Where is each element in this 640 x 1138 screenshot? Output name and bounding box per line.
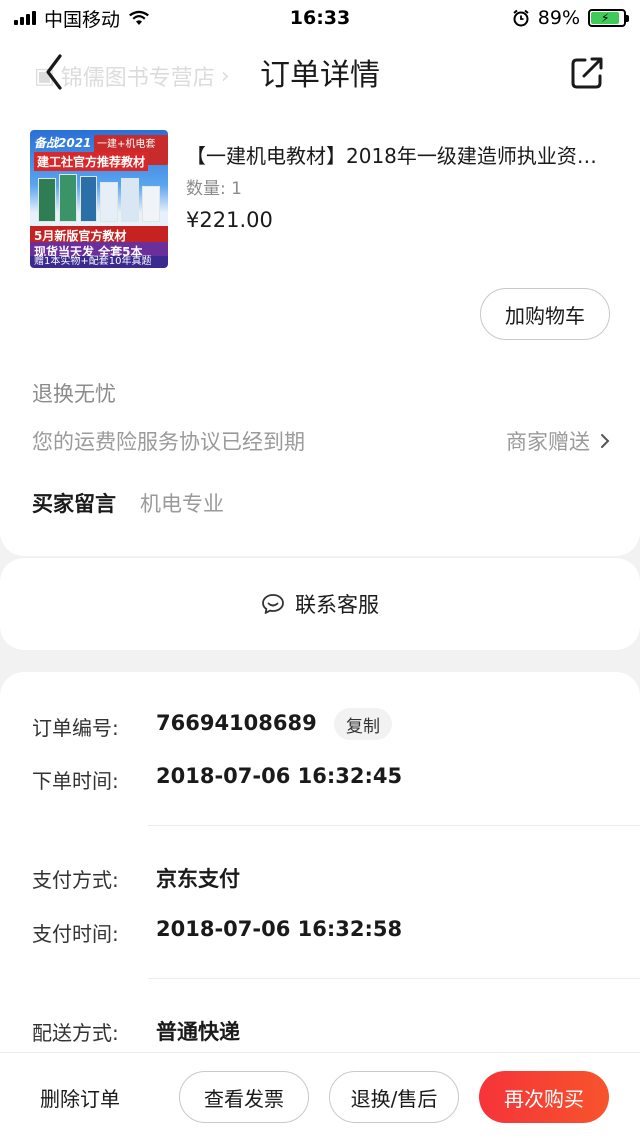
chevron-right-icon: › xyxy=(220,63,230,89)
order-number-value: 76694108689 xyxy=(156,711,317,735)
product-title[interactable]: 【一建机电教材】2018年一级建造师执业资格考试用书机电工程管理与实务 xyxy=(186,140,606,169)
divider xyxy=(148,978,640,979)
order-number-label: 订单编号: xyxy=(32,716,119,740)
chevron-right-icon xyxy=(601,434,610,448)
signal-icon xyxy=(14,11,36,25)
carrier-label: 中国移动 xyxy=(44,8,121,31)
delete-order-button[interactable]: 删除订单 xyxy=(40,1083,120,1112)
status-bar: 中国移动 16:33 89% ⚡ xyxy=(0,0,640,36)
payment-method-value: 京东支付 xyxy=(156,867,240,891)
payment-time-value: 2018-07-06 16:32:58 xyxy=(156,917,403,941)
copy-order-number-button[interactable]: 复制 xyxy=(334,708,392,740)
service-title: 退换无忧 xyxy=(32,382,116,406)
divider xyxy=(148,825,640,826)
contact-service-button[interactable]: 联系客服 xyxy=(0,558,640,650)
chat-icon xyxy=(262,594,284,614)
status-right: 89% ⚡ xyxy=(512,7,629,29)
payment-time-label: 支付时间: xyxy=(32,922,119,946)
alarm-icon xyxy=(513,9,529,27)
status-left: 中国移动 xyxy=(14,5,150,32)
product-card: 备战2021 一建+机电套装 建工社官方推荐教材 5月新版官方教材 现货当天发 … xyxy=(0,108,640,556)
contact-service-label: 联系客服 xyxy=(295,593,379,617)
book-stack-graphic xyxy=(38,174,160,222)
product-image[interactable]: 备战2021 一建+机电套装 建工社官方推荐教材 5月新版官方教材 现货当天发 … xyxy=(30,130,168,268)
wifi-icon xyxy=(129,10,150,25)
battery-fill: ⚡ xyxy=(591,12,620,24)
service-description: 您的运费险服务协议已经到期 xyxy=(32,430,305,454)
product-price: ¥221.00 xyxy=(186,208,273,232)
buyer-message-value: 机电专业 xyxy=(140,492,224,516)
return-aftersale-button[interactable]: 退换/售后 xyxy=(329,1071,459,1123)
bottom-action-bar: 删除订单 查看发票 退换/售后 再次购买 xyxy=(0,1052,640,1138)
view-invoice-button[interactable]: 查看发票 xyxy=(179,1071,309,1123)
service-gift-link[interactable]: 商家赠送 xyxy=(506,426,610,456)
add-to-cart-button[interactable]: 加购物车 xyxy=(480,288,610,340)
buy-again-button[interactable]: 再次购买 xyxy=(479,1071,609,1123)
delivery-method-value: 普通快递 xyxy=(156,1020,240,1044)
order-info-card: 订单编号: 76694108689 复制 下单时间: 2018-07-06 16… xyxy=(0,672,640,1072)
back-icon[interactable] xyxy=(38,50,72,94)
buyer-message-label: 买家留言 xyxy=(32,492,116,516)
order-time-label: 下单时间: xyxy=(32,769,119,793)
order-time-value: 2018-07-06 16:32:45 xyxy=(156,764,403,788)
page-title: 订单详情 xyxy=(260,58,380,93)
delivery-method-label: 配送方式: xyxy=(32,1021,119,1045)
share-icon[interactable] xyxy=(568,54,606,92)
nav-bar: ▣ 锦儒图书专营店 › 订单详情 xyxy=(0,36,640,108)
payment-method-label: 支付方式: xyxy=(32,868,119,892)
battery-icon: ⚡ xyxy=(588,9,629,27)
product-quantity: 数量: 1 xyxy=(186,179,242,199)
battery-percent: 89% xyxy=(537,7,580,29)
